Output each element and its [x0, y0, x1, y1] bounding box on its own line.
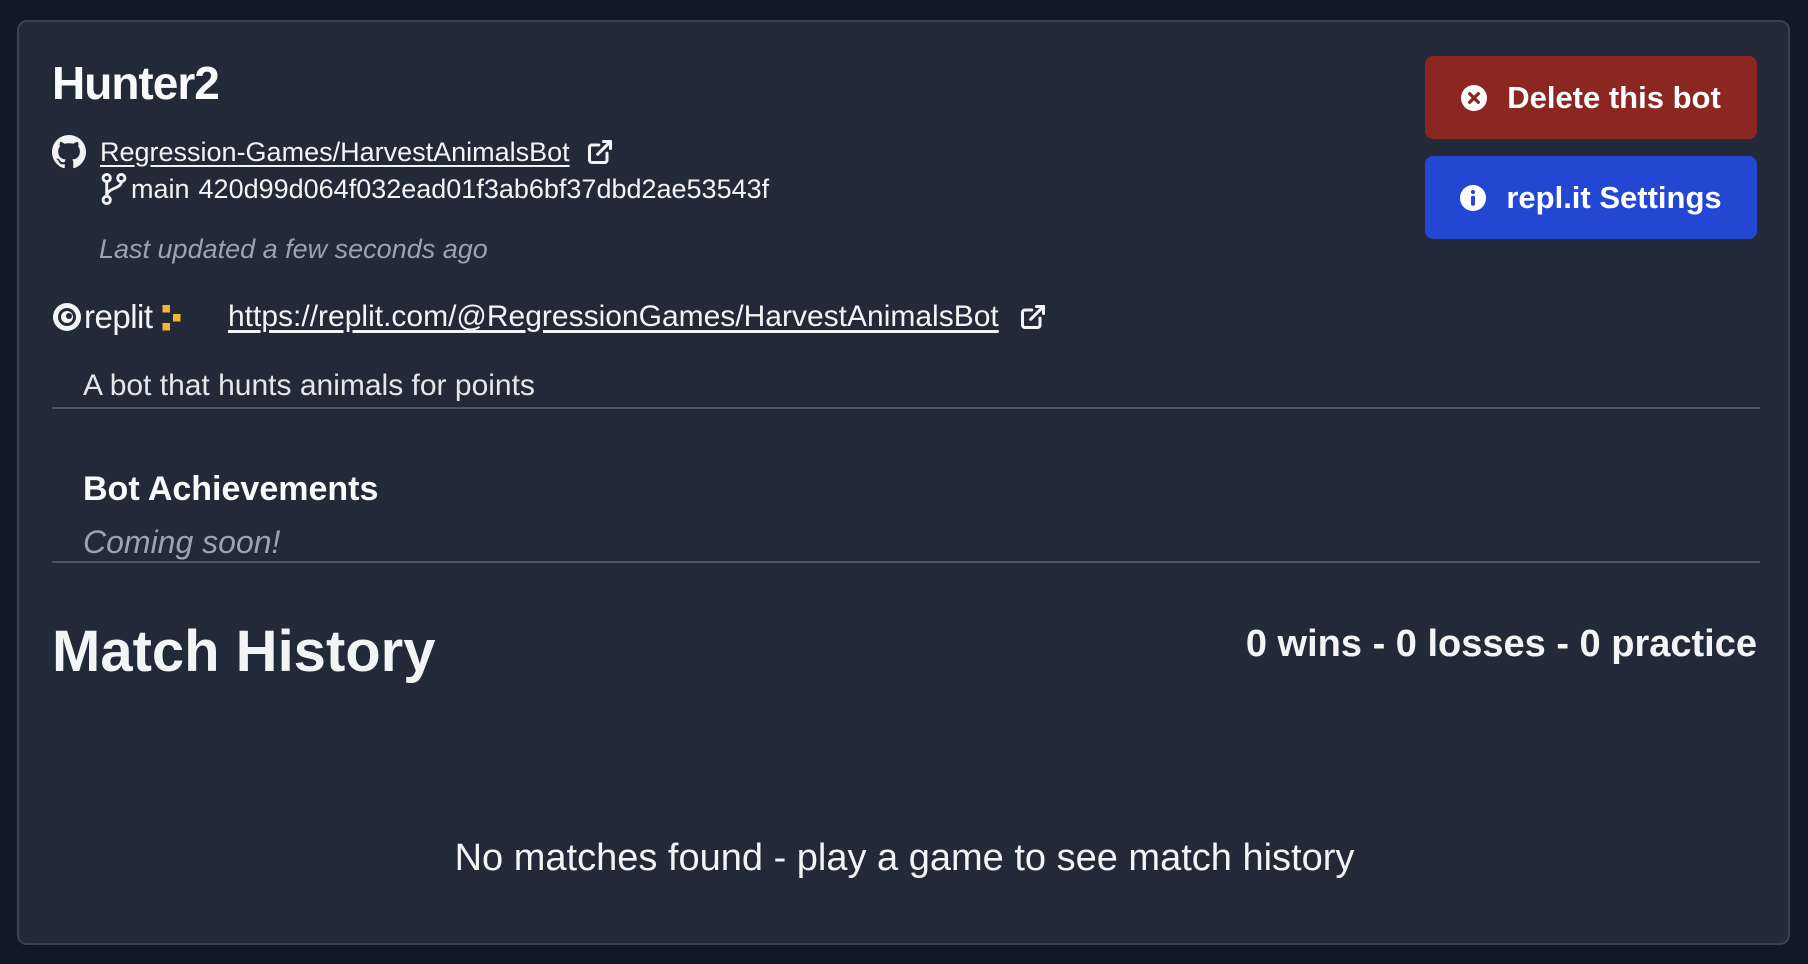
bot-name-heading: Hunter2 [52, 57, 220, 109]
delete-bot-label: Delete this bot [1507, 79, 1721, 115]
external-link-icon[interactable] [586, 138, 614, 166]
info-circle-icon [1460, 184, 1487, 211]
replit-logo: replit [52, 298, 228, 336]
commit-hash: 420d99d064f032ead01f3ab6bf37dbd2ae53543f [198, 173, 770, 204]
divider [52, 407, 1760, 409]
external-link-icon[interactable] [1019, 303, 1047, 331]
replit-row: replit https://replit.com/@RegressionGam… [52, 295, 1047, 339]
git-branch-icon [101, 172, 127, 206]
achievements-heading: Bot Achievements [83, 470, 379, 508]
bot-description: A bot that hunts animals for points [83, 369, 535, 402]
replit-settings-label: repl.it Settings [1506, 179, 1722, 215]
github-icon [52, 135, 86, 169]
divider [52, 561, 1760, 563]
match-record: 0 wins - 0 losses - 0 practice [1245, 623, 1757, 665]
replit-url-link[interactable]: https://replit.com/@RegressionGames/Harv… [228, 300, 999, 334]
replit-accent-icon [162, 305, 181, 331]
delete-bot-button[interactable]: Delete this bot [1425, 56, 1757, 139]
replit-logo-text: replit [84, 298, 153, 335]
branch-name: main [131, 173, 190, 204]
circle-x-icon [1461, 84, 1488, 111]
replit-settings-button[interactable]: repl.it Settings [1425, 156, 1757, 239]
achievements-status: Coming soon! [83, 524, 281, 560]
repo-row: Regression-Games/HarvestAnimalsBot [52, 134, 614, 170]
last-updated-text: Last updated a few seconds ago [99, 234, 488, 264]
replit-swirl-icon [53, 303, 81, 331]
repo-link[interactable]: Regression-Games/HarvestAnimalsBot [100, 137, 570, 168]
bot-detail-card: Hunter2 Regression-Games/HarvestAnimalsB… [17, 20, 1790, 945]
match-history-heading: Match History [52, 619, 436, 684]
empty-matches-message: No matches found - play a game to see ma… [454, 837, 1355, 879]
branch-row: main 420d99d064f032ead01f3ab6bf37dbd2ae5… [99, 172, 769, 206]
